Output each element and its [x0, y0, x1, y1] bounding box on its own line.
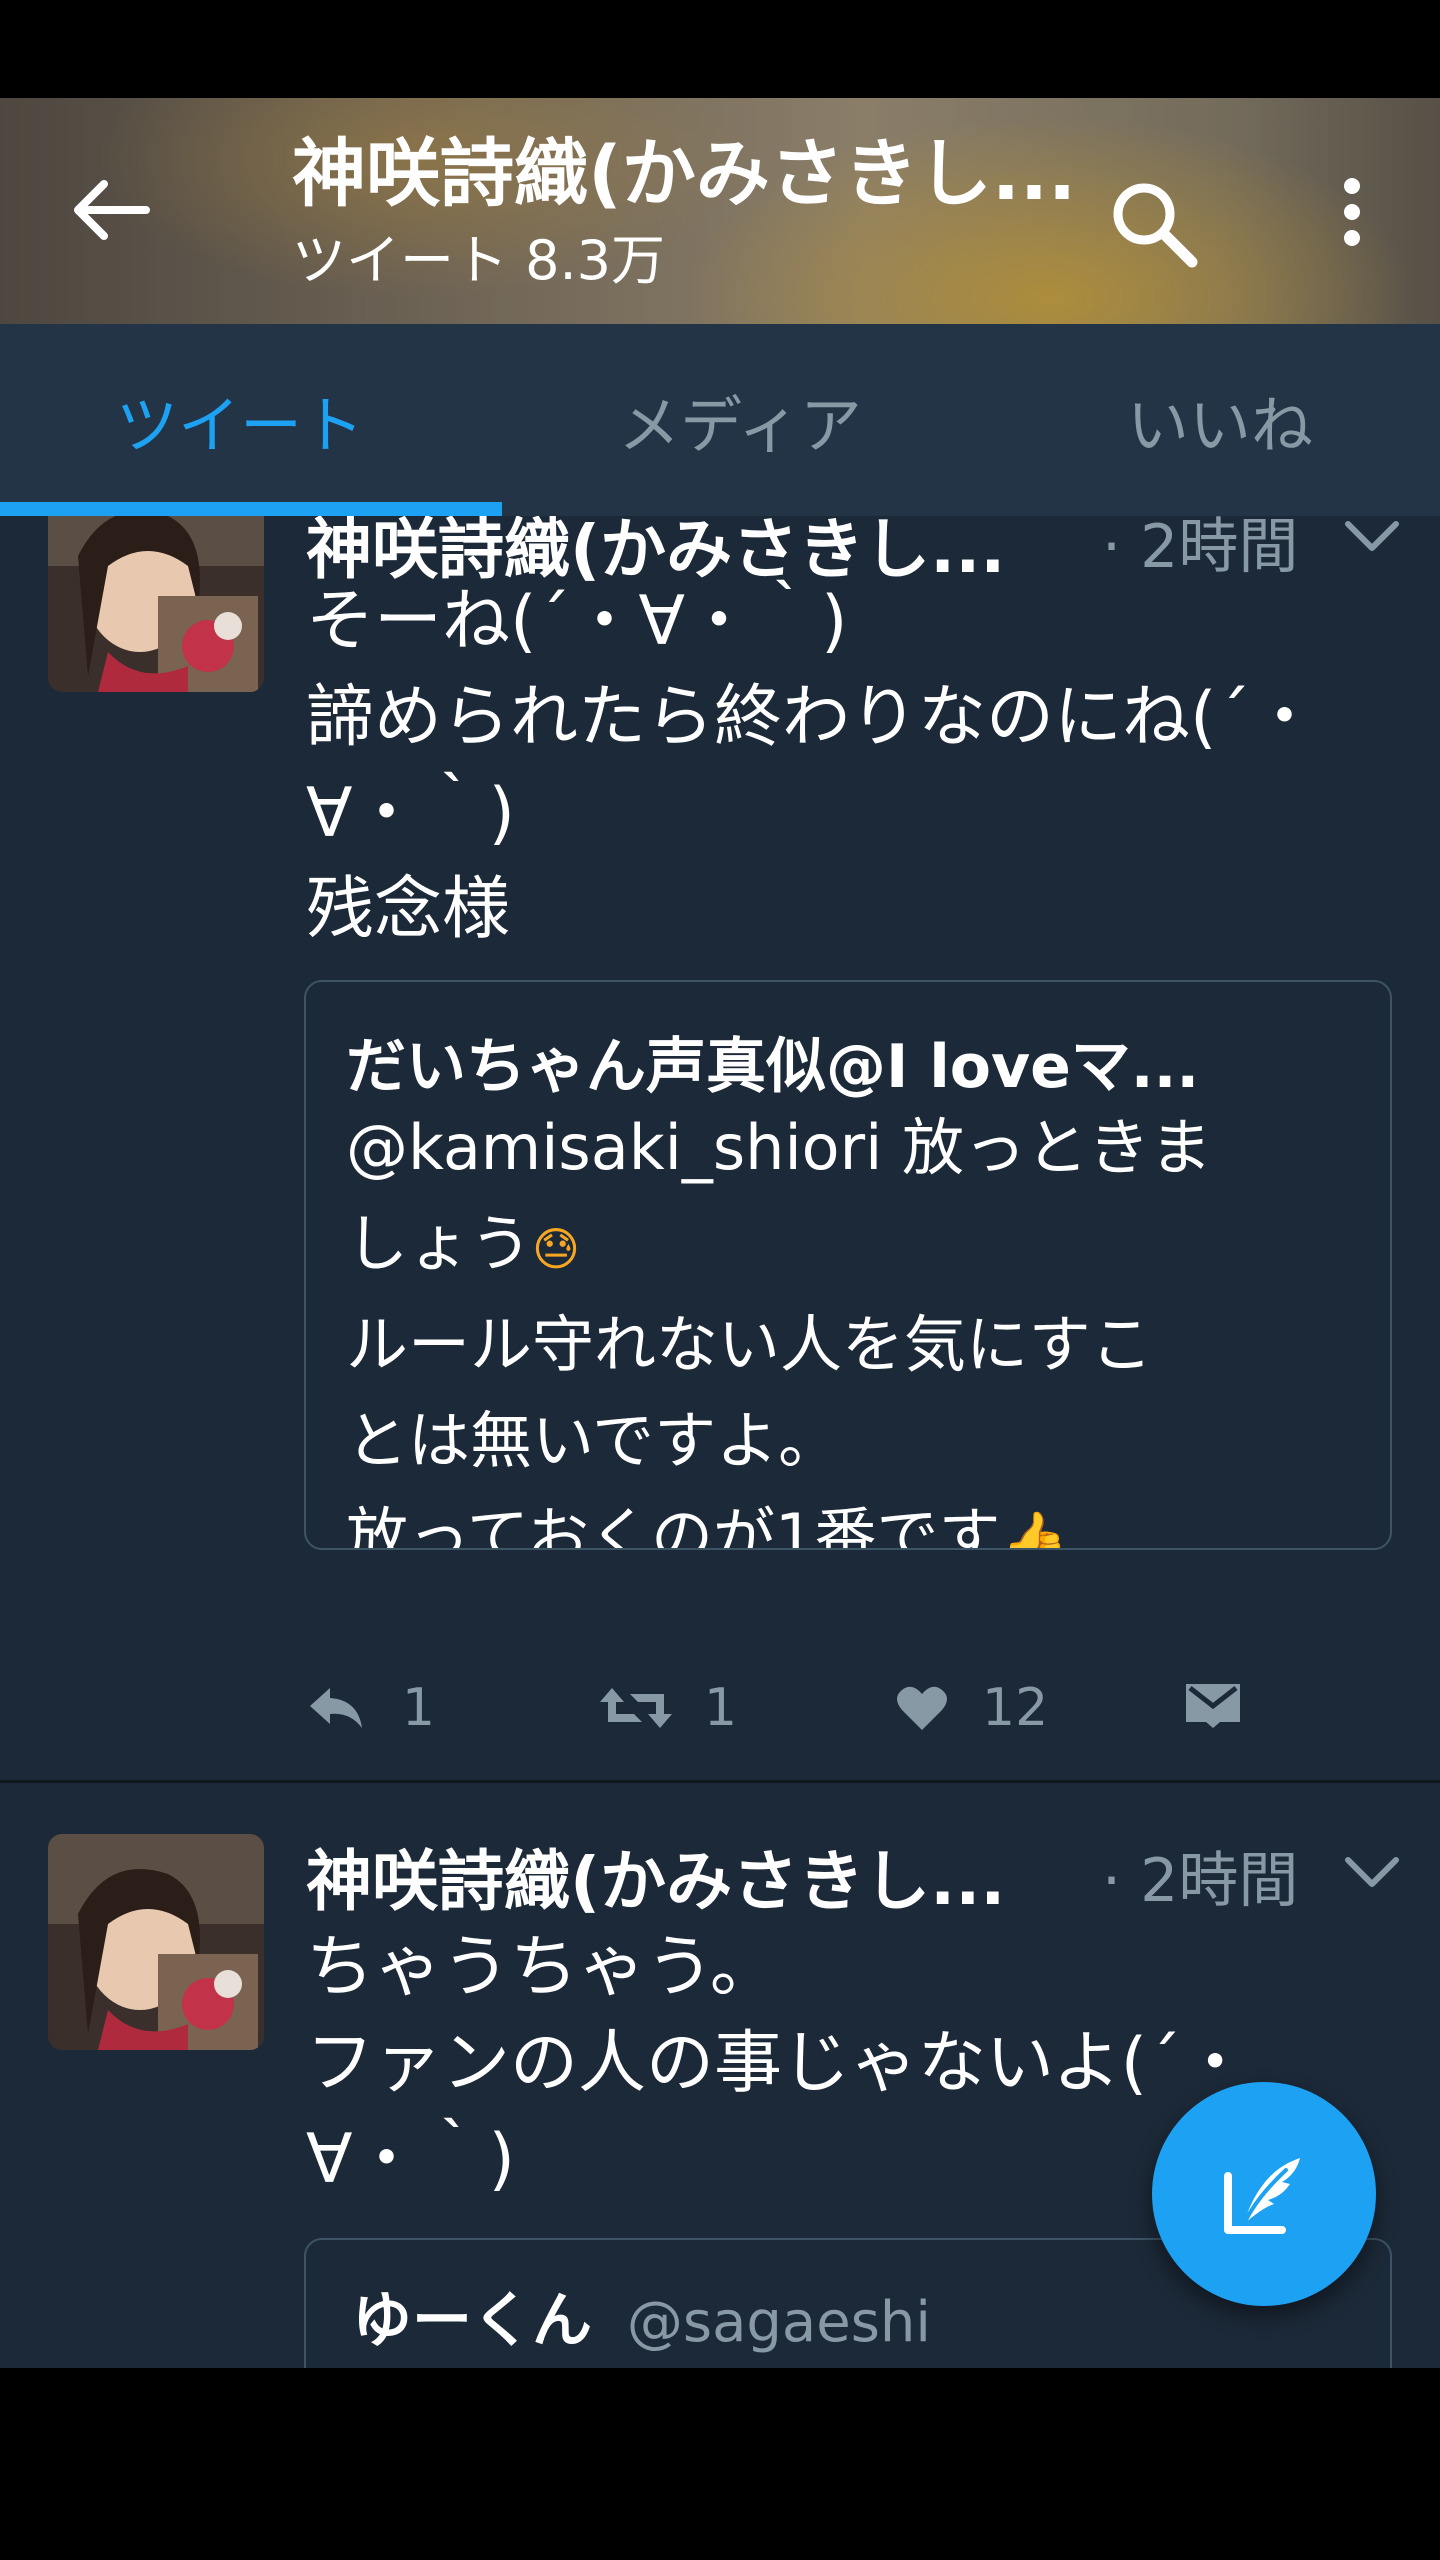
quoted-author: ゆーくん @sagaeshi: [352, 2272, 931, 2359]
thumbs-up-emoji: 👍: [1000, 1508, 1068, 1550]
tab-media[interactable]: メディア: [500, 324, 980, 516]
heart-icon: [897, 1686, 947, 1730]
retweet-button[interactable]: 1: [598, 1678, 737, 1738]
chevron-down-icon[interactable]: [1342, 516, 1402, 556]
compose-tweet-button[interactable]: [1152, 2082, 1376, 2306]
tweet-count: ツイート 8.3万: [292, 229, 666, 292]
active-tab-indicator: [0, 502, 502, 516]
compose-tweet-icon: [1224, 2158, 1300, 2234]
avatar-image: [48, 1834, 264, 2050]
retweet-count: 1: [704, 1678, 738, 1738]
profile-tabs: ツイート メディア いいね: [0, 324, 1440, 516]
direct-message-button[interactable]: [1184, 1682, 1242, 1728]
reply-count: 1: [402, 1678, 436, 1738]
quoted-author-handle: @sagaeshi: [626, 2290, 931, 2355]
tab-likes[interactable]: いいね: [980, 324, 1440, 516]
more-vertical-icon[interactable]: [1324, 176, 1380, 248]
avatar[interactable]: [48, 1834, 264, 2050]
quoted-tweet-text: @kamisaki_shiori 放っときま しょう😓 ルール守れない人を気にす…: [346, 1100, 1366, 1550]
tab-tweets[interactable]: ツイート: [0, 324, 480, 516]
reply-button[interactable]: 1: [306, 1678, 435, 1738]
search-icon[interactable]: [1108, 178, 1198, 268]
like-count: 12: [982, 1678, 1049, 1738]
reply-icon: [310, 1688, 362, 1728]
quoted-tweet[interactable]: だいちゃん声真似@I loveマ... @kamisaki_shiori 放っと…: [304, 980, 1392, 1550]
like-button[interactable]: 12: [896, 1678, 1048, 1738]
avatar[interactable]: [48, 516, 264, 692]
tweet-text: そーね(´・∀・｀) 諦められたら終わりなのにね(´・ ∀・｀) 残念様: [306, 582, 1319, 949]
back-arrow-icon[interactable]: [70, 178, 150, 242]
direct-message-icon: [1186, 1684, 1240, 1728]
profile-header: 神咲詩織(かみさきし... ツイート 8.3万: [0, 98, 1440, 324]
tweet-feed[interactable]: 神咲詩織(かみさきし... · 2時間 そーね(´・∀・｀) 諦められたら終わり…: [0, 516, 1440, 2368]
sweat-emoji: 😓: [532, 1222, 580, 1276]
tweet-timestamp: · 2時間: [1102, 1846, 1299, 1916]
tweet-divider: [0, 1780, 1440, 1783]
page-title: 神咲詩織(かみさきし...: [292, 131, 1077, 217]
avatar-image: [48, 516, 264, 692]
quoted-author-name: だいちゃん声真似@I loveマ...: [346, 1032, 1200, 1102]
chevron-down-icon[interactable]: [1342, 1852, 1402, 1892]
tweet-author-name[interactable]: 神咲詩織(かみさきし...: [306, 1828, 1005, 1924]
quoted-author-name: ゆーくん: [352, 2286, 592, 2356]
retweet-icon: [600, 1688, 672, 1728]
